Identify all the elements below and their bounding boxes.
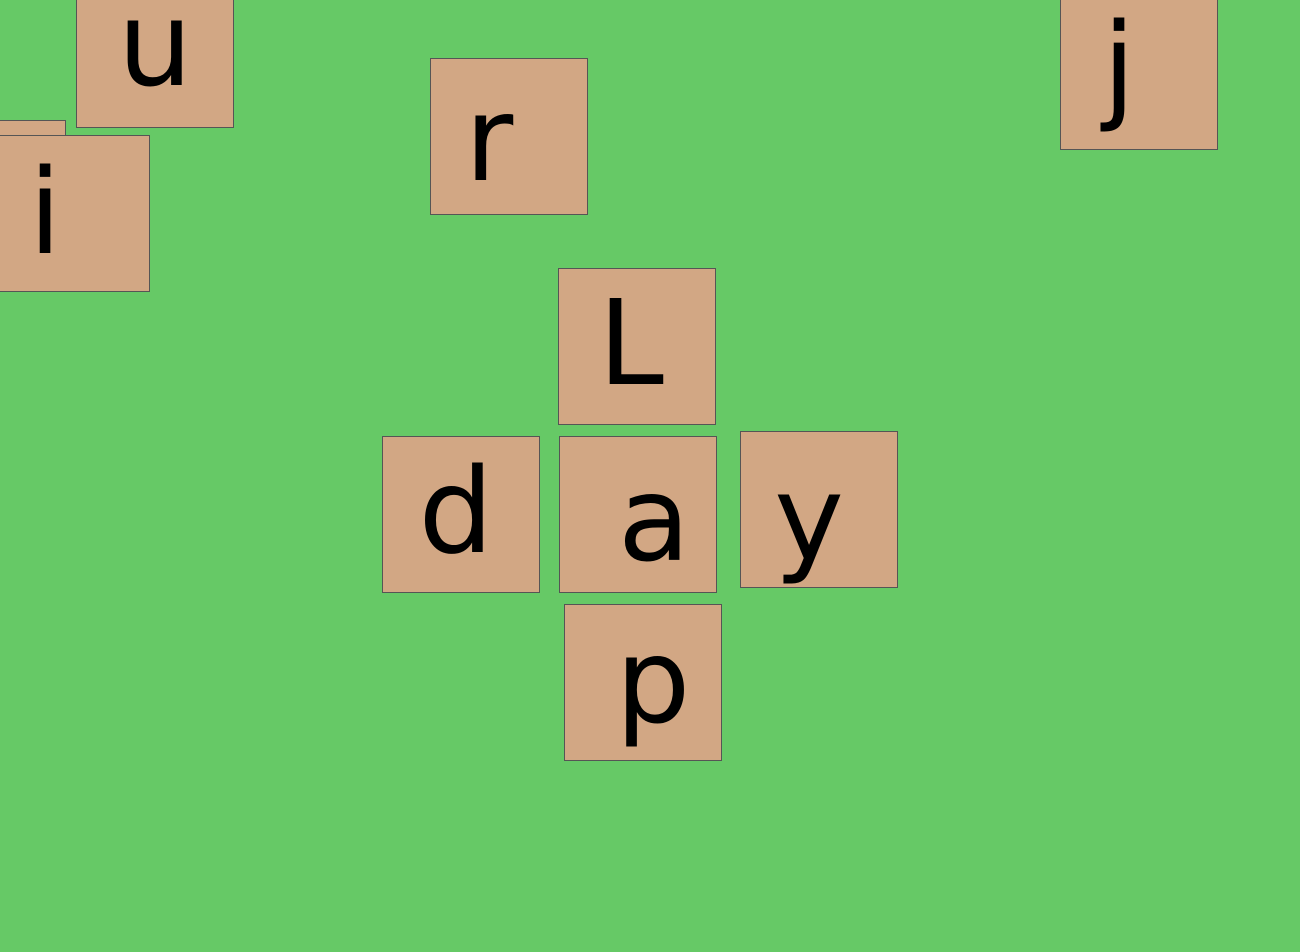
tile-letter: d [418, 441, 494, 580]
letter-tile-u[interactable]: u [76, 0, 234, 128]
letter-tile-L[interactable]: L [558, 268, 716, 425]
tile-letter: i [28, 142, 62, 281]
tile-letter: u [117, 0, 193, 113]
letter-tile-p[interactable]: p [564, 604, 722, 761]
tile-letter: L [598, 273, 664, 412]
tile-letter: r [464, 69, 514, 208]
tile-letter: p [615, 611, 691, 750]
tile-letter: j [1102, 0, 1136, 135]
tile-letter: y [774, 448, 844, 587]
game-board: u r j i L d a y p [0, 0, 1300, 952]
tile-letter: a [617, 449, 691, 588]
letter-tile-y[interactable]: y [740, 431, 898, 588]
letter-tile-i[interactable]: i [0, 135, 150, 292]
letter-tile-j[interactable]: j [1060, 0, 1218, 150]
letter-tile-r[interactable]: r [430, 58, 588, 215]
letter-tile-a[interactable]: a [559, 436, 717, 593]
letter-tile-d[interactable]: d [382, 436, 540, 593]
